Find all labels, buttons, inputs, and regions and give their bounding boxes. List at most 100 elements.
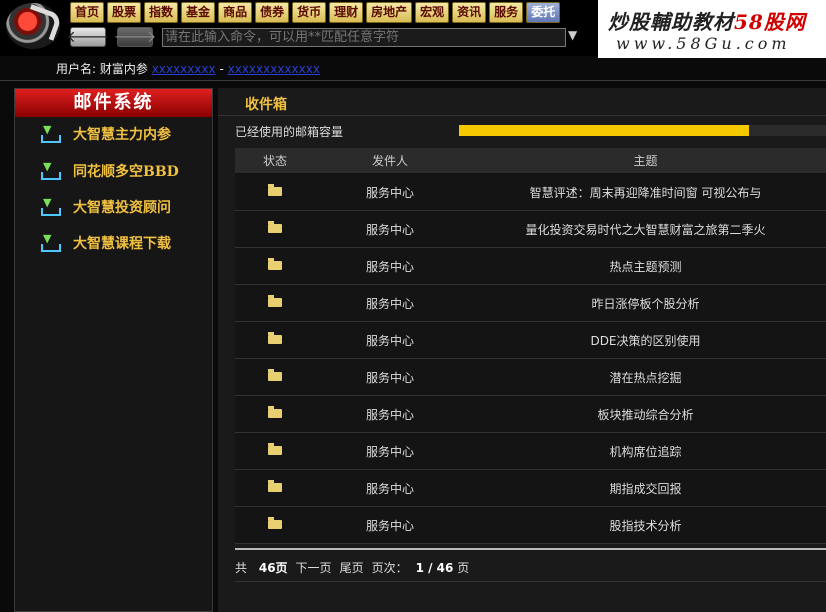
nav-funds-button[interactable]: 基金 bbox=[181, 2, 216, 23]
row-subject[interactable]: 量化投资交易时代之大智慧财富之旅第二季火 bbox=[465, 221, 826, 238]
command-input[interactable]: 请在此输入命令，可以用**匹配任意字符 bbox=[162, 28, 566, 47]
row-subject[interactable]: 潜在热点挖掘 bbox=[465, 369, 826, 386]
top-bar: 首页 股票 指数 基金 商品 债券 货币 理财 房地产 宏观 资讯 服务 委托 … bbox=[0, 0, 826, 58]
table-row[interactable]: 服务中心 量化投资交易时代之大智慧财富之旅第二季火 bbox=[235, 211, 826, 248]
sidebar-item-main-insight[interactable]: 大智慧主力内参 bbox=[15, 122, 171, 146]
table-row[interactable]: 服务中心 期指成交回报 bbox=[235, 470, 826, 507]
sidebar-item-advisor[interactable]: 大智慧投资顾问 bbox=[15, 195, 171, 219]
table-row[interactable]: 服务中心 热点主题预测 bbox=[235, 248, 826, 285]
table-header: 状态 发件人 主题 bbox=[235, 148, 826, 174]
sidebar-item-label: 同花顺多空BBD bbox=[73, 164, 179, 180]
row-subject[interactable]: 热点主题预测 bbox=[465, 258, 826, 275]
nav-currency-button[interactable]: 货币 bbox=[292, 2, 327, 23]
row-subject[interactable]: 股指技术分析 bbox=[465, 517, 826, 534]
row-sender: 服务中心 bbox=[365, 407, 414, 422]
arrow-left-icon: 🡐 bbox=[66, 27, 110, 46]
download-icon bbox=[39, 123, 61, 143]
row-sender: 服务中心 bbox=[365, 222, 414, 237]
capacity-bar bbox=[459, 125, 826, 136]
pager-current: 页次： 1 / 46 页 bbox=[371, 561, 470, 575]
table-row[interactable]: 服务中心 潜在热点挖掘 bbox=[235, 359, 826, 396]
nav-macro-button[interactable]: 宏观 bbox=[415, 2, 450, 23]
folder-open-icon bbox=[268, 517, 282, 529]
user-link-1[interactable]: xxxxxxxxx bbox=[152, 62, 216, 76]
nav-stocks-button[interactable]: 股票 bbox=[107, 2, 142, 23]
watermark: 炒股輔助教材58股网 www.58Gu.com bbox=[598, 0, 826, 58]
folder-open-icon bbox=[268, 258, 282, 270]
folder-open-icon bbox=[268, 295, 282, 307]
row-sender: 服务中心 bbox=[365, 444, 414, 459]
folder-open-icon bbox=[268, 221, 282, 233]
sidebar-item-label: 大智慧主力内参 bbox=[73, 127, 171, 143]
watermark-line1: 炒股輔助教材58股网 bbox=[608, 10, 806, 34]
column-status[interactable]: 状态 bbox=[235, 152, 315, 169]
sidebar-item-label: 大智慧投资顾问 bbox=[73, 200, 171, 216]
user-info: 用户名: 财富内参 xxxxxxxxx - xxxxxxxxxxxxx bbox=[56, 60, 320, 77]
row-sender: 服务中心 bbox=[365, 370, 414, 385]
user-link-separator: - bbox=[219, 62, 224, 76]
row-subject[interactable]: 智慧评述：周末再迎降准时间窗 可视公布与 bbox=[465, 184, 826, 201]
sidebar-item-label: 大智慧课程下载 bbox=[73, 236, 171, 252]
nav-service-button[interactable]: 服务 bbox=[489, 2, 524, 23]
table-end-line bbox=[235, 548, 826, 550]
nav-bonds-button[interactable]: 债券 bbox=[255, 2, 290, 23]
sidebar-title: 邮件系统 bbox=[15, 89, 212, 117]
chevron-down-icon[interactable]: ▼ bbox=[568, 28, 577, 42]
row-sender: 服务中心 bbox=[365, 296, 414, 311]
download-icon bbox=[39, 196, 61, 216]
row-sender: 服务中心 bbox=[365, 185, 414, 200]
forward-button[interactable]: 🡒 bbox=[114, 27, 156, 47]
download-icon bbox=[39, 160, 61, 180]
row-sender: 服务中心 bbox=[365, 518, 414, 533]
download-icon bbox=[39, 232, 61, 252]
capacity-bar-fill bbox=[459, 125, 749, 136]
nav-trade-button[interactable]: 委托 bbox=[526, 2, 561, 23]
nav-index-button[interactable]: 指数 bbox=[144, 2, 179, 23]
row-subject[interactable]: 机构席位追踪 bbox=[465, 443, 826, 460]
inbox-header: 收件箱 bbox=[218, 88, 826, 116]
nav-realestate-button[interactable]: 房地产 bbox=[366, 2, 413, 23]
nav-home-button[interactable]: 首页 bbox=[70, 2, 105, 23]
column-sender[interactable]: 发件人 bbox=[315, 152, 465, 169]
sidebar: 邮件系统 大智慧主力内参 同花顺多空BBD 大智慧投资顾问 大智慧课程下载 bbox=[14, 88, 213, 612]
table-row[interactable]: 服务中心 DDE决策的区别使用 bbox=[235, 322, 826, 359]
pager-next-link[interactable]: 下一页 bbox=[296, 559, 332, 576]
inbox-title: 收件箱 bbox=[245, 97, 287, 113]
pager-total: 共 46页 bbox=[235, 561, 288, 575]
table-row[interactable]: 服务中心 板块推动综合分析 bbox=[235, 396, 826, 433]
table-row[interactable]: 服务中心 机构席位追踪 bbox=[235, 433, 826, 470]
row-subject[interactable]: 期指成交回报 bbox=[465, 480, 826, 497]
row-subject[interactable]: 昨日涨停板个股分析 bbox=[465, 295, 826, 312]
nav-wealth-button[interactable]: 理财 bbox=[329, 2, 364, 23]
row-sender: 服务中心 bbox=[365, 333, 414, 348]
app-logo-icon[interactable] bbox=[6, 3, 60, 49]
table-row[interactable]: 服务中心 股指技术分析 bbox=[235, 507, 826, 544]
table-row[interactable]: 服务中心 智慧评述：周末再迎降准时间窗 可视公布与 bbox=[235, 174, 826, 211]
nav-news-button[interactable]: 资讯 bbox=[452, 2, 487, 23]
row-subject[interactable]: DDE决策的区别使用 bbox=[465, 332, 826, 349]
folder-open-icon bbox=[268, 184, 282, 196]
arrow-right-icon: 🡒 bbox=[113, 27, 157, 46]
row-sender: 服务中心 bbox=[365, 259, 414, 274]
table-row[interactable]: 服务中心 昨日涨停板个股分析 bbox=[235, 285, 826, 322]
watermark-line2: www.58Gu.com bbox=[616, 34, 791, 53]
user-link-2[interactable]: xxxxxxxxxxxxx bbox=[228, 62, 320, 76]
folder-open-icon bbox=[268, 480, 282, 492]
sidebar-item-bbd[interactable]: 同花顺多空BBD bbox=[15, 159, 179, 183]
folder-open-icon bbox=[268, 369, 282, 381]
back-button[interactable]: 🡐 bbox=[67, 27, 109, 47]
mail-table: 状态 发件人 主题 服务中心 智慧评述：周末再迎降准时间窗 可视公布与 服务中心… bbox=[235, 148, 826, 544]
pager-last-link[interactable]: 尾页 bbox=[340, 559, 364, 576]
nav-buttons: 首页 股票 指数 基金 商品 债券 货币 理财 房地产 宏观 资讯 服务 委托 bbox=[70, 2, 561, 23]
folder-open-icon bbox=[268, 332, 282, 344]
nav-commodities-button[interactable]: 商品 bbox=[218, 2, 253, 23]
inbox-panel: 收件箱 已经使用的邮箱容量 状态 发件人 主题 服务中心 智慧评述：周末再迎降准… bbox=[218, 88, 826, 612]
divider bbox=[235, 581, 826, 582]
capacity-label: 已经使用的邮箱容量 bbox=[235, 125, 344, 139]
row-subject[interactable]: 板块推动综合分析 bbox=[465, 406, 826, 423]
column-subject[interactable]: 主题 bbox=[465, 152, 826, 169]
username-label: 用户名: 财富内参 bbox=[56, 62, 148, 76]
divider bbox=[0, 80, 826, 81]
folder-open-icon bbox=[268, 406, 282, 418]
sidebar-item-course-download[interactable]: 大智慧课程下载 bbox=[15, 231, 171, 255]
